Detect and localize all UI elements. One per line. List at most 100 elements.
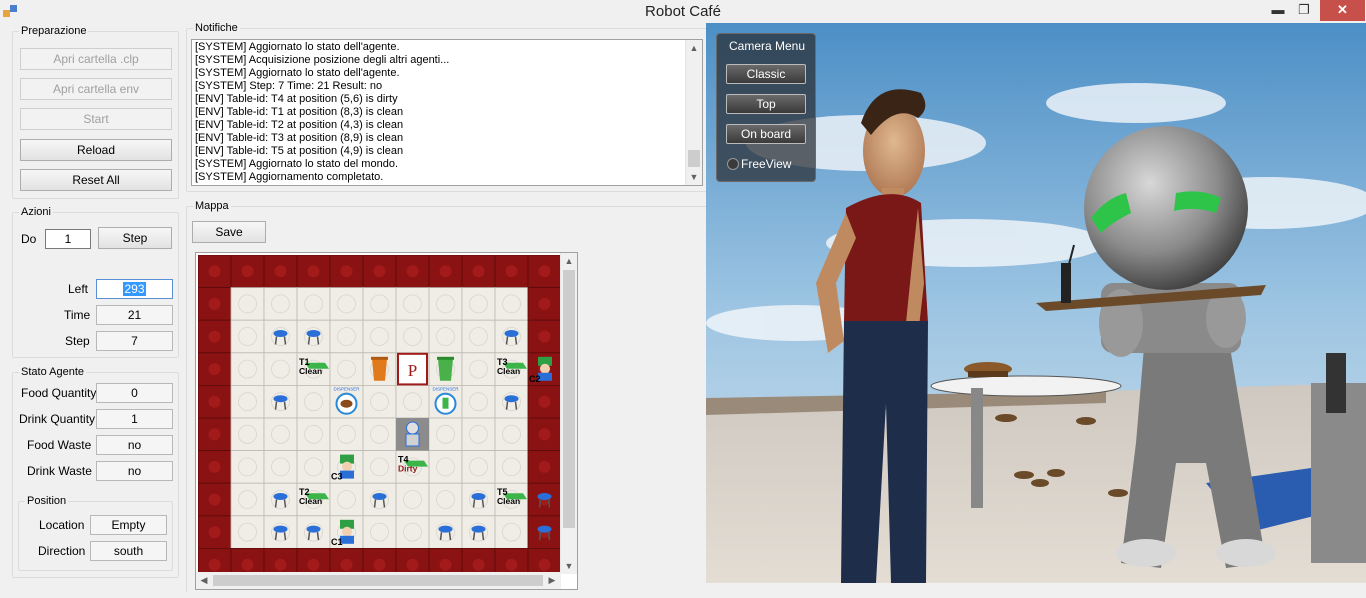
right-counter [1311,353,1366,563]
step-button[interactable]: Step [98,227,172,249]
reset-all-button[interactable]: Reset All [20,169,172,191]
map-floor-cell [230,319,265,354]
drink-waste-label: Drink Waste [27,464,92,478]
window-title: Robot Café [645,3,721,20]
map-floor-cell [296,450,331,484]
notification-line: [SYSTEM] Aggiornato lo stato dell'agente… [195,67,400,79]
map-floor-cell [428,450,463,484]
camera-top-button[interactable]: Top [726,94,806,114]
freeview-label: FreeView [741,157,792,171]
drink-quantity-field: 1 [96,409,173,429]
map-vscrollbar[interactable]: ▲ ▼ [560,253,577,574]
parking-label: P [408,361,417,380]
map-scroll-right-icon[interactable]: ▶ [544,572,560,588]
camera-menu: Camera Menu Classic Top On board FreeVie… [716,33,816,182]
open-env-button[interactable]: Apri cartella env [20,78,172,100]
map-floor-cell [428,287,463,321]
azioni-legend: Azioni [21,206,51,218]
map-floor-cell [296,384,331,419]
wall-pattern [208,493,221,506]
preparazione-legend: Preparazione [21,25,87,37]
close-button[interactable]: ✕ [1320,0,1365,21]
direction-label: Direction [38,544,86,558]
wall-pattern [439,558,452,571]
drink-waste-field: no [96,461,173,481]
left-label: Left [68,282,89,296]
position-legend: Position [27,495,67,507]
notification-line: [SYSTEM] Step: 7 Time: 21 Result: no [195,80,383,92]
step-field: 7 [96,331,173,351]
wall-pattern [208,460,221,473]
time-field: 21 [96,305,173,325]
wall-pattern [538,330,551,343]
scroll-up-icon[interactable]: ▲ [686,40,702,56]
map-floor-cell [461,384,496,419]
map-floor-cell [395,319,430,354]
dispenser-label: DISPENSER [432,386,459,391]
map-floor-cell [395,482,430,517]
map-scroll-left-icon[interactable]: ◀ [196,572,212,588]
map-floor-cell [362,287,397,321]
wall-pattern [208,526,221,539]
notification-line: [SYSTEM] Aggiornato lo stato del mondo. [195,158,399,170]
map-view[interactable]: T1 Clean T3 Clean T4 Dirty T2 Clean T5 Clean C2 C3 C… [195,252,578,590]
time-label: Time [64,308,91,322]
wall-pattern [208,428,221,441]
map-floor-cell [428,482,463,517]
notification-scrollbar[interactable]: ▲ ▼ [685,40,702,185]
customer-id-label: C2 [529,374,541,384]
map-floor-cell [428,319,463,354]
wall-pattern [241,558,254,571]
parking-cell: P [397,352,428,386]
wall-pattern [208,395,221,408]
map-floor-cell [461,450,496,484]
notification-line: [SYSTEM] Aggiornamento completato. [195,171,384,183]
notification-log[interactable]: [SYSTEM] Aggiornato lo stato dell'agente… [191,39,703,186]
maximize-button[interactable]: ❐ [1291,0,1317,21]
map-floor-cell [362,319,397,354]
map-scroll-up-icon[interactable]: ▲ [561,253,577,269]
freeview-toggle[interactable]: FreeView [727,157,791,171]
map-floor-cell [461,287,496,321]
wall-pattern [340,265,353,278]
map-floor-cell [494,417,529,451]
minimize-button[interactable]: ▬ [1265,0,1291,21]
table-status-label: Clean [299,496,322,506]
save-button[interactable]: Save [192,221,266,243]
scroll-thumb[interactable] [688,150,700,167]
wall-pattern [472,265,485,278]
notification-line: [ENV] Table-id: T1 at position (8,3) is … [195,106,404,118]
map-floor-cell [494,515,529,549]
map-scroll-down-icon[interactable]: ▼ [561,558,577,574]
wall-pattern [241,265,254,278]
do-input[interactable]: 1 [45,229,91,249]
notification-line: [SYSTEM] Acquisizione posizione degli al… [195,54,450,66]
start-button[interactable]: Start [20,108,172,130]
map-floor-cell [395,287,430,321]
reload-button[interactable]: Reload [20,139,172,161]
map-floor-cell [296,417,331,451]
scroll-down-icon[interactable]: ▼ [686,169,702,185]
open-clp-button[interactable]: Apri cartella .clp [20,48,172,70]
camera-onboard-button[interactable]: On board [726,124,806,144]
drink-quantity-label: Drink Quantity [19,412,96,426]
map-floor-cell [362,417,397,451]
customer-id-label: C3 [331,472,343,482]
map-floor-cell [329,319,364,354]
stato-agente-legend: Stato Agente [21,366,84,378]
map-hscroll-thumb[interactable] [213,575,543,586]
map-floor-cell [329,287,364,321]
location-field: Empty [90,515,167,535]
freeview-checkbox-icon[interactable] [727,158,739,170]
wall-pattern [505,265,518,278]
left-field[interactable]: 293 [96,279,173,299]
wall-pattern [340,558,353,571]
map-floor-cell [329,482,364,517]
map-floor-cell [461,352,496,386]
camera-classic-button[interactable]: Classic [726,64,806,84]
map-hscrollbar[interactable]: ◀ ▶ [196,572,561,589]
map-vscroll-thumb[interactable] [563,270,575,528]
do-label: Do [21,232,37,246]
map-floor-cell [263,352,298,386]
wall-pattern [307,265,320,278]
